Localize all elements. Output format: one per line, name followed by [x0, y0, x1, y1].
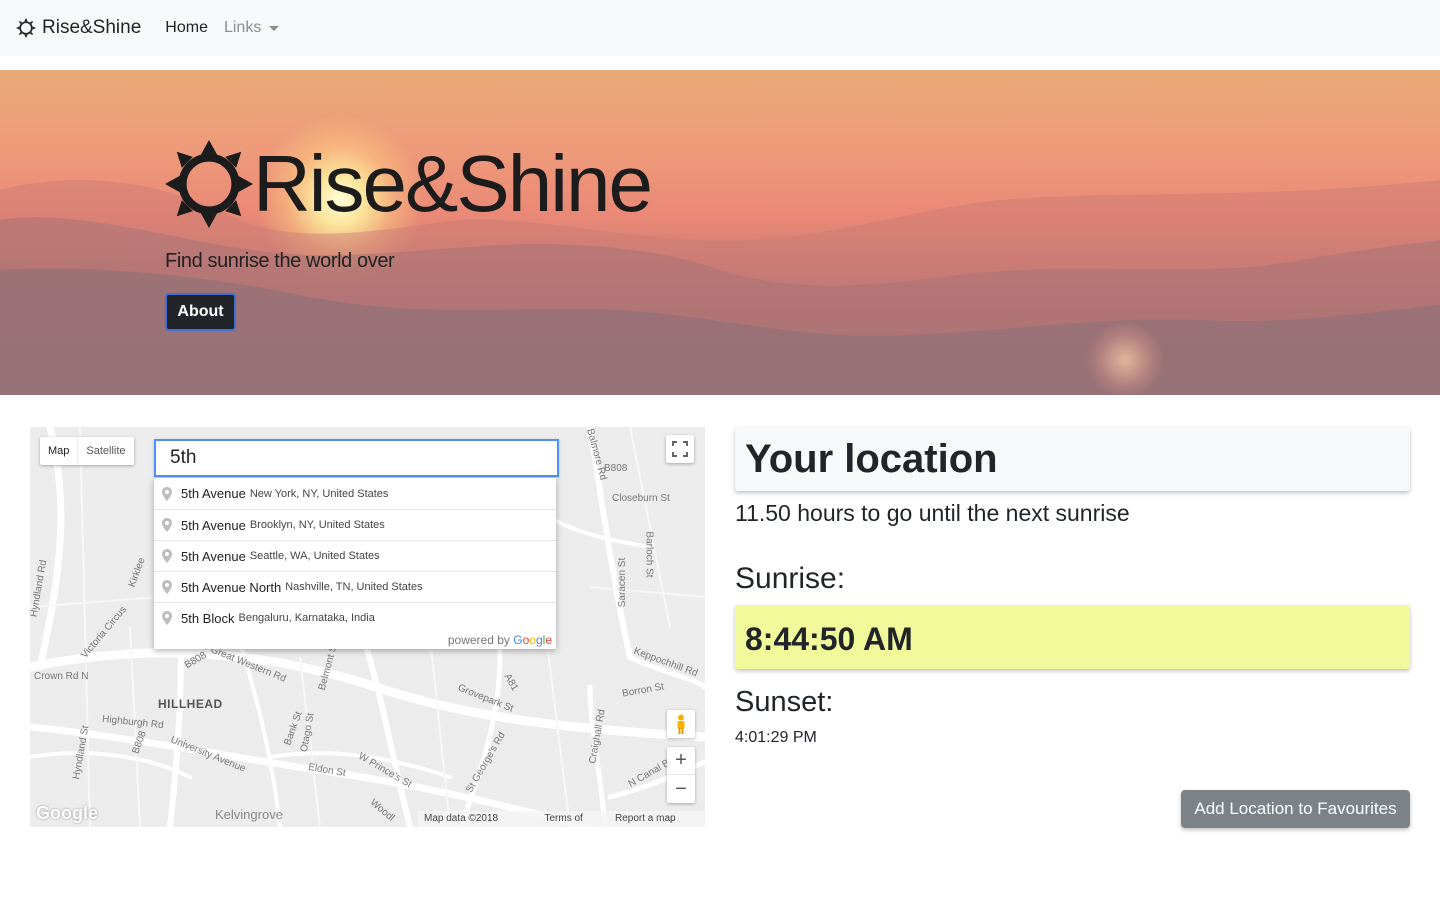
location-card: Your location: [735, 427, 1410, 491]
hero-banner: Rise&Shine Find sunrise the world over A…: [0, 70, 1440, 395]
map-label-b808-c: B808: [604, 463, 628, 474]
suggestion-secondary: Nashville, TN, United States: [285, 581, 423, 593]
map-data-credit: Map data ©2018 Google: [424, 813, 499, 824]
terms-link[interactable]: Terms of Use: [544, 811, 603, 827]
map-type-satellite-button[interactable]: Satellite: [77, 437, 133, 465]
suggestion-item[interactable]: 5th Avenue Brooklyn, NY, United States: [154, 509, 556, 540]
report-error-link[interactable]: Report a map error: [615, 811, 699, 827]
zoom-control: + −: [667, 747, 695, 803]
map-pin-icon: [162, 486, 172, 501]
location-heading: Your location: [745, 437, 998, 481]
map-label-saracen: Saracen St: [617, 557, 629, 608]
brand-text: Rise&Shine: [42, 17, 142, 38]
suggestion-item[interactable]: 5th Block Bengaluru, Karnataka, India: [154, 602, 556, 633]
suggestion-item[interactable]: 5th Avenue Seattle, WA, United States: [154, 540, 556, 571]
google-letter: o: [529, 633, 536, 647]
sunset-time: 4:01:29 PM: [735, 729, 817, 746]
map-pin-icon: [162, 549, 172, 563]
google-letter: G: [513, 633, 523, 647]
google-letter: e: [545, 633, 552, 647]
map-footer: Map data ©2018 Google Terms of Use Repor…: [418, 811, 705, 827]
hero-title-text: Rise&Shine: [253, 139, 653, 228]
map-label-kelvingrove: Kelvingrove: [215, 807, 283, 822]
sunrise-countdown: 11.50 hours to go until the next sunrise: [735, 500, 1130, 526]
navbar: Rise&Shine Home Links: [0, 0, 1440, 56]
suggestion-main: 5th Avenue: [181, 517, 246, 533]
fullscreen-icon: [672, 441, 688, 457]
zoom-in-button[interactable]: +: [667, 747, 695, 775]
suggestion-secondary: Seattle, WA, United States: [249, 550, 380, 562]
google-logo[interactable]: Google: [36, 803, 98, 824]
sunrise-label: Sunrise:: [735, 562, 846, 595]
brand-link[interactable]: Rise&Shine: [16, 17, 141, 39]
map-label-closeburn: Closeburn St: [612, 493, 670, 504]
fullscreen-button[interactable]: [666, 435, 694, 463]
suggestion-secondary: Bengaluru, Karnataka, India: [238, 612, 375, 624]
suggestion-main: 5th Avenue: [181, 486, 246, 501]
mountain-silhouette: [0, 180, 1440, 395]
location-search-input[interactable]: 5th: [154, 439, 559, 477]
suggestion-main: 5th Avenue: [181, 548, 246, 564]
map-pin-icon: [162, 580, 172, 594]
sunset-label: Sunset:: [735, 686, 834, 718]
autocomplete-dropdown: 5th Avenue New York, NY, United States 5…: [154, 478, 556, 649]
map-label-barloch: Barloch St: [643, 531, 655, 578]
street-view-button[interactable]: [667, 710, 695, 738]
suggestion-item[interactable]: 5th Avenue North Nashville, TN, United S…: [154, 571, 556, 602]
suggestion-main: 5th Avenue North: [181, 579, 282, 595]
hero-title: Rise&Shine: [165, 139, 653, 228]
map-pin-icon: [162, 611, 172, 625]
google-letter: g: [535, 633, 543, 647]
suggestion-secondary: New York, NY, United States: [249, 487, 389, 500]
map-type-control: Map Satellite: [40, 437, 134, 465]
add-favourite-button[interactable]: Add Location to Favourites: [1181, 790, 1410, 828]
nav-home[interactable]: Home: [165, 19, 208, 37]
map-type-map-button[interactable]: Map: [40, 437, 77, 465]
suggestion-main: 5th Block: [181, 610, 235, 626]
map-label-hillhead: HILLHEAD: [158, 697, 223, 711]
powered-by-text: powered by: [447, 633, 510, 647]
hero-subtitle: Find sunrise the world over: [165, 250, 395, 272]
powered-by-google: powered by Google: [448, 633, 552, 647]
sunrise-time-card: 8:44:50 AM: [735, 605, 1410, 669]
zoom-out-button[interactable]: −: [667, 775, 695, 803]
pegman-icon: [677, 714, 685, 734]
map-widget[interactable]: HILLHEAD Kelvingrove Great Western Rd Un…: [30, 427, 705, 827]
lens-flare: [1085, 320, 1165, 395]
sun-icon: [16, 18, 36, 38]
nav-links-label: Links: [223, 19, 262, 36]
sunrise-time: 8:44:50 AM: [745, 621, 913, 657]
suggestion-secondary: Brooklyn, NY, United States: [249, 519, 385, 531]
suggestion-item[interactable]: 5th Avenue New York, NY, United States: [154, 478, 556, 509]
chevron-down-icon: [269, 25, 280, 31]
about-button[interactable]: About: [165, 293, 236, 331]
nav-links-dropdown[interactable]: Links: [223, 19, 280, 37]
sun-logo-icon: [165, 140, 253, 228]
map-pin-icon: [162, 518, 172, 532]
map-label-crown: Crown Rd N: [34, 671, 89, 682]
